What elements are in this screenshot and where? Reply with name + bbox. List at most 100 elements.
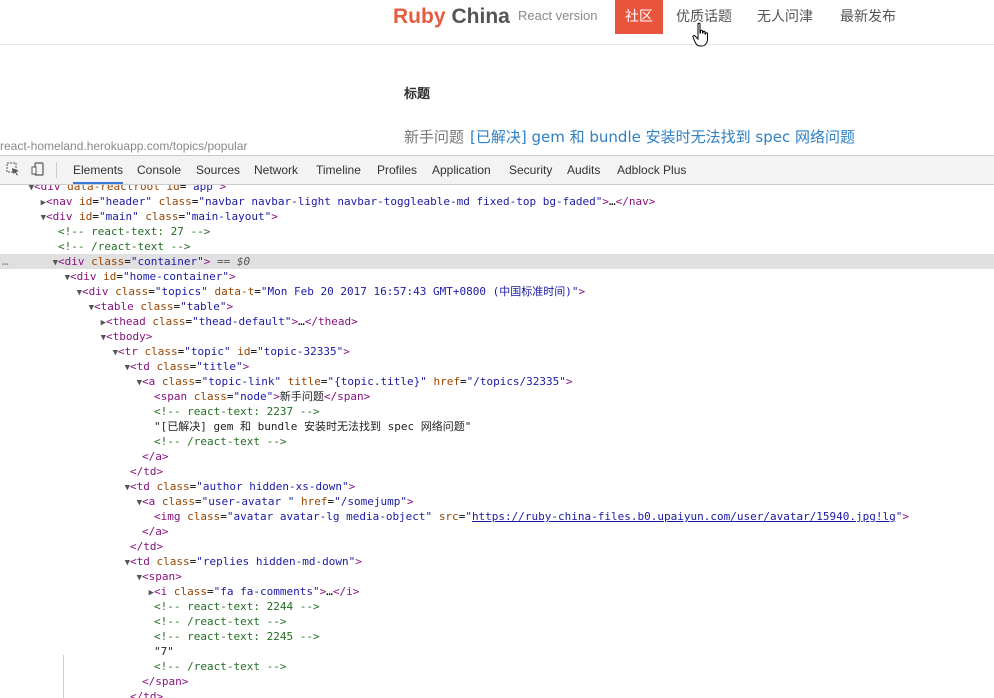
dom-node-markup: </td> <box>130 540 164 553</box>
dom-node[interactable]: <!-- react-text: 2245 --> <box>0 629 994 644</box>
tab-timeline[interactable]: Timeline <box>316 156 361 184</box>
elements-dom-tree[interactable]: ▼<div data-reactroot id="app"> ▶<nav id="… <box>0 185 994 698</box>
dom-node-markup: <a class="topic-link" title="{topic.titl… <box>142 375 573 388</box>
dom-node-markup: "[已解决] gem 和 bundle 安装时无法找到 spec 网络问题" <box>154 420 472 433</box>
dom-node[interactable]: <span class="node">新手问题</span> <box>0 389 994 404</box>
dom-node-markup: <i class="fa fa-comments">…</i> <box>154 585 360 598</box>
topic-table-header-title: 标题 <box>404 87 431 102</box>
dom-node-markup: <!-- /react-text --> <box>58 240 191 253</box>
dom-node-markup: <div data-reactroot id="app"> <box>34 185 227 193</box>
tab-application[interactable]: Application <box>432 156 491 184</box>
dom-node[interactable]: ▼<tr class="topic" id="topic-32335"> <box>0 344 994 359</box>
topic-row[interactable]: 新手问题 [已解决] gem 和 bundle 安装时无法找到 spec 网络问题 <box>404 126 855 147</box>
dom-node-markup: <nav id="header" class="navbar navbar-li… <box>46 195 656 208</box>
status-bar-url: react-homeland.herokuapp.com/topics/popu… <box>0 137 252 155</box>
hand-cursor-icon <box>692 22 708 47</box>
dom-node[interactable]: <!-- react-text: 27 --> <box>0 224 994 239</box>
dom-node[interactable]: <!-- /react-text --> <box>0 659 994 674</box>
dom-node-markup: "7" <box>154 645 174 658</box>
dom-node-markup: <td class="replies hidden-md-down"> <box>130 555 362 568</box>
tab-console[interactable]: Console <box>137 156 181 184</box>
dom-node[interactable]: "[已解决] gem 和 bundle 安装时无法找到 spec 网络问题" <box>0 419 994 434</box>
dom-node-markup: <!-- /react-text --> <box>154 660 287 673</box>
dom-node[interactable]: ▼<div class="topics" data-t="Mon Feb 20 … <box>0 284 994 299</box>
dom-node[interactable]: <!-- react-text: 2237 --> <box>0 404 994 419</box>
inspect-element-icon[interactable] <box>6 162 20 176</box>
dom-node-markup: </span> <box>142 675 189 688</box>
dom-node[interactable]: ▼<table class="table"> <box>0 299 994 314</box>
tab-security[interactable]: Security <box>509 156 552 184</box>
tab-profiles[interactable]: Profiles <box>377 156 417 184</box>
dom-node[interactable]: ▶<nav id="header" class="navbar navbar-l… <box>0 194 994 209</box>
brand-logo[interactable]: Ruby China <box>393 5 510 29</box>
dom-node-markup: <div class="topics" data-t="Mon Feb 20 2… <box>82 285 586 298</box>
dom-node[interactable]: </a> <box>0 524 994 539</box>
dom-node[interactable]: ▼<div id="main" class="main-layout"> <box>0 209 994 224</box>
brand-subtitle: React version <box>518 8 598 23</box>
dom-node-markup: <thead class="thead-default">…</thead> <box>106 315 358 328</box>
dom-node[interactable]: ▼<div id="home-container"> <box>0 269 994 284</box>
dom-node[interactable]: </a> <box>0 449 994 464</box>
nav-link-no-reply[interactable]: 无人问津 <box>757 0 813 34</box>
topic-title-link[interactable]: [已解决] gem 和 bundle 安装时无法找到 spec 网络问题 <box>470 128 855 146</box>
dom-node-markup: <!-- react-text: 2245 --> <box>154 630 320 643</box>
dom-node-markup: </td> <box>130 465 164 478</box>
devtools-toolbar: Elements Console Sources Network Timelin… <box>0 156 994 185</box>
dom-node[interactable]: </td> <box>0 464 994 479</box>
dom-node[interactable]: </span> <box>0 674 994 689</box>
dom-node[interactable]: ▼<a class="user-avatar " href="/somejump… <box>0 494 994 509</box>
dom-node[interactable]: ▼<div data-reactroot id="app"> <box>0 185 994 194</box>
tab-sources[interactable]: Sources <box>196 156 240 184</box>
dom-node-markup: <div class="container"> == $0 <box>58 255 251 268</box>
dom-node-markup: <span> <box>142 570 182 583</box>
dom-node-markup: <span class="node">新手问题</span> <box>154 390 371 403</box>
dom-node-markup: <!-- /react-text --> <box>154 435 287 448</box>
tab-network[interactable]: Network <box>254 156 298 184</box>
dom-node[interactable]: <!-- react-text: 2244 --> <box>0 599 994 614</box>
dom-node[interactable]: ▼<td class="author hidden-xs-down"> <box>0 479 994 494</box>
device-toolbar-icon[interactable] <box>31 162 45 176</box>
dom-node-markup: <div id="main" class="main-layout"> <box>46 210 278 223</box>
dom-node-markup: <!-- react-text: 2237 --> <box>154 405 320 418</box>
tab-adblock-plus[interactable]: Adblock Plus <box>617 156 686 184</box>
nav-link-latest[interactable]: 最新发布 <box>840 0 896 34</box>
dom-node[interactable]: ▶<thead class="thead-default">…</thead> <box>0 314 994 329</box>
tab-audits[interactable]: Audits <box>567 156 600 184</box>
dom-node[interactable]: <!-- /react-text --> <box>0 434 994 449</box>
dom-node-markup: <tbody> <box>106 330 153 343</box>
dom-node-markup: <!-- react-text: 2244 --> <box>154 600 320 613</box>
dom-node-markup: <tr class="topic" id="topic-32335"> <box>118 345 350 358</box>
node-menu-icon[interactable]: … <box>2 254 9 269</box>
dom-node-markup: </a> <box>142 525 169 538</box>
navbar: Ruby China React version 社区 优质话题 无人问津 最新发… <box>0 0 994 47</box>
dom-node[interactable]: ▼<tbody> <box>0 329 994 344</box>
dom-node-markup: <div id="home-container"> <box>70 270 236 283</box>
dom-node[interactable]: ▼<span> <box>0 569 994 584</box>
devtools-panel: Elements Console Sources Network Timelin… <box>0 155 994 698</box>
dom-node-markup: <td class="author hidden-xs-down"> <box>130 480 356 493</box>
dom-node-markup: <table class="table"> <box>94 300 234 313</box>
dom-node-selected[interactable]: ▼<div class="container"> == $0… <box>0 254 994 269</box>
dom-node[interactable]: ▼<td class="replies hidden-md-down"> <box>0 554 994 569</box>
toolbar-separator <box>56 162 57 178</box>
web-page: Ruby China React version 社区 优质话题 无人问津 最新发… <box>0 0 994 155</box>
dom-node-markup: <img class="avatar avatar-lg media-objec… <box>154 510 910 523</box>
dom-node[interactable]: <img class="avatar avatar-lg media-objec… <box>0 509 994 524</box>
brand-china: China <box>451 5 510 28</box>
tab-elements[interactable]: Elements <box>73 156 124 184</box>
dom-node[interactable]: <!-- /react-text --> <box>0 614 994 629</box>
dom-node-markup: <!-- react-text: 27 --> <box>58 225 211 238</box>
dom-node-markup: </a> <box>142 450 169 463</box>
brand-ruby: Ruby <box>393 5 446 28</box>
dom-node-markup: <!-- /react-text --> <box>154 615 287 628</box>
dom-node[interactable]: ▼<td class="title"> <box>0 359 994 374</box>
dom-node-markup: <td class="title"> <box>130 360 250 373</box>
nav-link-community[interactable]: 社区 <box>615 0 663 34</box>
dom-node[interactable]: <!-- /react-text --> <box>0 239 994 254</box>
dom-node[interactable]: "7" <box>0 644 994 659</box>
dom-node-markup: <a class="user-avatar " href="/somejump"… <box>142 495 414 508</box>
topic-node[interactable]: 新手问题 <box>404 128 464 146</box>
dom-node[interactable]: </td> <box>0 539 994 554</box>
dom-node[interactable]: ▶<i class="fa fa-comments">…</i> <box>0 584 994 599</box>
dom-node[interactable]: ▼<a class="topic-link" title="{topic.tit… <box>0 374 994 389</box>
